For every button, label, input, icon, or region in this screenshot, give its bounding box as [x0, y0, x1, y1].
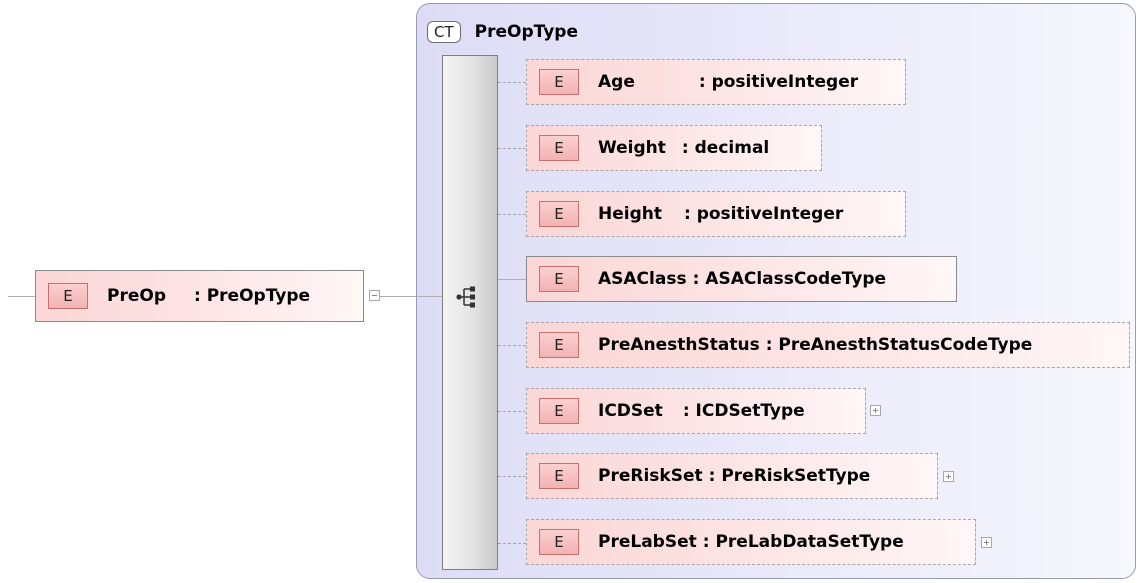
element-badge: E — [539, 135, 579, 161]
element-type: : ASAClassCodeType — [692, 269, 887, 289]
expand-icon[interactable] — [981, 537, 992, 548]
element-name: Height — [598, 204, 662, 224]
expand-icon[interactable] — [870, 405, 881, 416]
element-type: : decimal — [681, 138, 770, 158]
element-type: : positiveInteger — [683, 204, 844, 224]
element-badge: E — [539, 266, 579, 292]
element-preanesthstatus[interactable]: E PreAnesthStatus : PreAnesthStatusCodeT… — [526, 322, 1130, 368]
element-name: Weight — [598, 138, 666, 158]
element-name: ASAClass — [598, 269, 687, 289]
element-badge: E — [539, 332, 579, 358]
branch-connector — [498, 279, 526, 280]
sequence-icon — [456, 286, 475, 308]
root-element-preop[interactable]: E PreOp : PreOpType — [35, 270, 364, 322]
expand-icon[interactable] — [943, 471, 954, 482]
element-asaclass[interactable]: E ASAClass : ASAClassCodeType — [526, 256, 957, 302]
sequence-compositor[interactable] — [442, 55, 498, 570]
element-badge: E — [539, 463, 579, 489]
element-name: PreRiskSet — [598, 466, 703, 486]
element-type: : PreLabDataSetType — [702, 532, 904, 552]
element-name: Age — [598, 72, 635, 92]
branch-connector — [498, 411, 526, 412]
element-name: PreAnesthStatus — [598, 335, 760, 355]
branch-connector — [498, 345, 526, 346]
element-name: PreLabSet — [598, 532, 697, 552]
element-badge: E — [539, 201, 579, 227]
element-name: ICDSet — [598, 401, 663, 421]
branch-connector — [498, 214, 526, 215]
branch-connector — [498, 148, 526, 149]
element-weight[interactable]: E Weight : decimal — [526, 125, 822, 171]
element-badge: E — [539, 529, 579, 555]
branch-connector — [498, 82, 526, 83]
element-type: : PreRiskSetType — [708, 466, 871, 486]
root-to-type-connector — [380, 296, 417, 297]
element-age[interactable]: E Age : positiveInteger — [526, 59, 906, 105]
element-prelabset[interactable]: E PreLabSet : PreLabDataSetType — [526, 519, 976, 565]
element-type: : PreOpType — [194, 286, 311, 306]
branch-connector — [498, 543, 526, 544]
element-height[interactable]: E Height : positiveInteger — [526, 191, 906, 237]
branch-connector — [498, 476, 526, 477]
type-to-sequence-connector — [417, 296, 443, 297]
complex-type-header: CT PreOpType — [427, 18, 578, 46]
collapse-toggle-icon[interactable] — [369, 290, 380, 301]
element-badge: E — [48, 283, 88, 309]
element-icdset[interactable]: E ICDSet : ICDSetType — [526, 388, 866, 434]
root-incoming-connector — [8, 296, 36, 297]
element-badge: E — [539, 69, 579, 95]
complex-type-name: PreOpType — [474, 22, 578, 42]
element-badge: E — [539, 398, 579, 424]
element-type: : positiveInteger — [698, 72, 859, 92]
element-name: PreOp — [107, 286, 166, 306]
complex-type-badge: CT — [427, 21, 461, 43]
element-type: : ICDSetType — [682, 401, 805, 421]
element-preriskset[interactable]: E PreRiskSet : PreRiskSetType — [526, 453, 938, 499]
element-type: : PreAnesthStatusCodeType — [765, 335, 1033, 355]
